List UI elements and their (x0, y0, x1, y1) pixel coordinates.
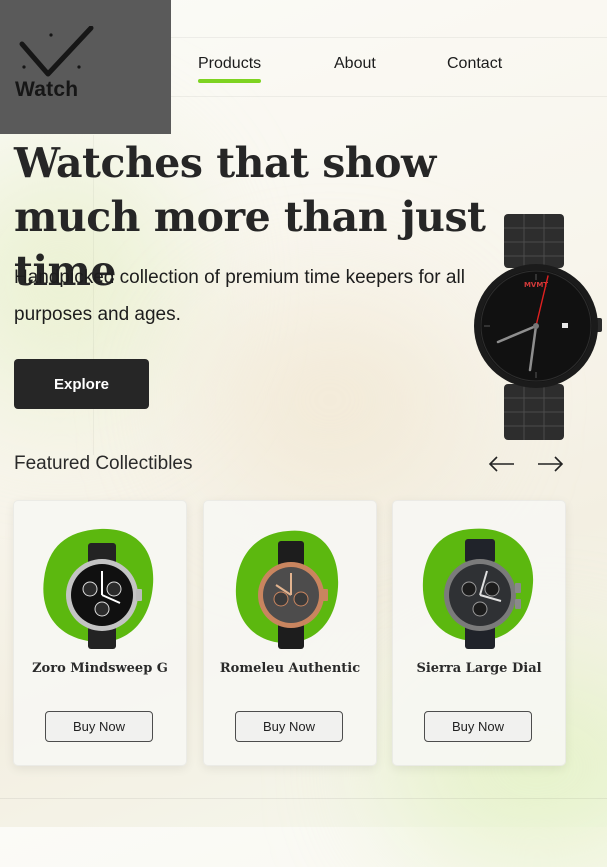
logo-text: Watch (15, 78, 79, 101)
nav-contact[interactable]: Contact (447, 55, 502, 73)
arrow-left-icon[interactable] (488, 454, 516, 474)
nav-about[interactable]: About (334, 55, 376, 73)
explore-button[interactable]: Explore (14, 359, 149, 409)
buy-now-button[interactable]: Buy Now (45, 711, 153, 742)
product-name: Zoro Mindsweep G (32, 661, 168, 676)
product-image (422, 528, 534, 649)
featured-title: Featured Collectibles (14, 453, 193, 474)
buy-now-button[interactable]: Buy Now (424, 711, 532, 742)
logo[interactable]: Watch (0, 0, 171, 134)
hero-watch-image: MVMT (474, 214, 602, 440)
arrow-right-icon[interactable] (536, 454, 564, 474)
watch-check-icon (19, 26, 94, 77)
product-card[interactable]: Zoro Mindsweep G Buy Now (13, 500, 187, 766)
hero-subtitle: Handpicked collection of premium time ke… (14, 267, 465, 325)
product-card[interactable]: Sierra Large Dial Buy Now (392, 500, 566, 766)
product-image (235, 530, 339, 649)
nav-products[interactable]: Products (198, 55, 262, 83)
product-image (43, 528, 154, 649)
product-name: Romeleu Authentic (219, 661, 361, 676)
buy-now-button[interactable]: Buy Now (235, 711, 343, 742)
main-nav: Products About Contact (171, 37, 607, 97)
product-card[interactable]: Romeleu Authentic Buy Now (203, 500, 377, 766)
product-name: Sierra Large Dial (416, 661, 542, 676)
